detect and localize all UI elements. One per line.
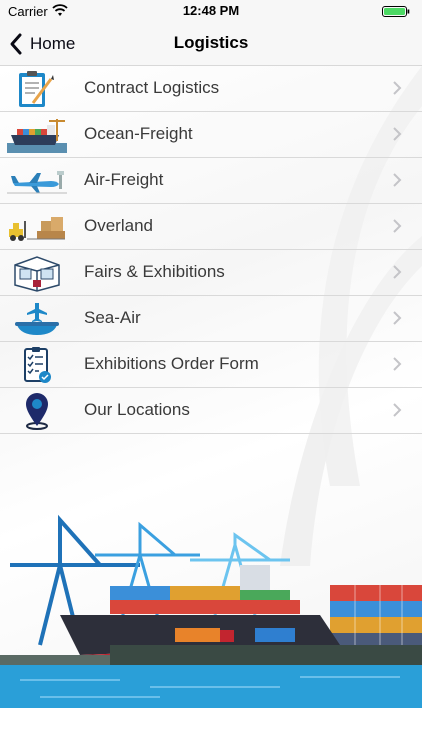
menu-item-label: Air-Freight	[84, 170, 164, 189]
menu-item-fairs-exhibitions[interactable]: Fairs & Exhibitions	[0, 250, 422, 296]
menu-item-ocean-freight[interactable]: Ocean-Freight	[0, 112, 422, 158]
location-pin-icon	[6, 390, 68, 431]
menu-item-label: Exhibitions Order Form	[84, 354, 259, 373]
chevron-right-icon	[393, 81, 402, 95]
chevron-right-icon	[393, 403, 402, 417]
airplane-icon	[6, 160, 68, 201]
menu-item-sea-air[interactable]: Sea-Air	[0, 296, 422, 342]
menu-item-label: Our Locations	[84, 400, 190, 419]
chevron-right-icon	[393, 265, 402, 279]
battery-icon	[382, 6, 410, 17]
checklist-icon	[6, 344, 68, 385]
clipboard-contract-icon	[6, 68, 68, 109]
exhibition-booth-icon	[6, 252, 68, 293]
menu-item-overland[interactable]: Overland	[0, 204, 422, 250]
sea-air-icon	[6, 298, 68, 339]
forklift-boxes-icon	[6, 206, 68, 247]
page-title: Logistics	[173, 33, 249, 52]
menu-item-exhibitions-order-form[interactable]: Exhibitions Order Form	[0, 342, 422, 388]
menu-list: Contract Logistics Ocean-Freight Air-Fre…	[0, 66, 422, 434]
navigation-bar: Home Logistics	[0, 22, 422, 66]
chevron-right-icon	[393, 357, 402, 371]
bottom-area	[0, 708, 422, 750]
chevron-right-icon	[393, 127, 402, 141]
menu-item-label: Overland	[84, 216, 153, 235]
menu-item-label: Fairs & Exhibitions	[84, 262, 225, 281]
cargo-ship-icon	[6, 114, 68, 155]
menu-item-air-freight[interactable]: Air-Freight	[0, 158, 422, 204]
status-bar: Carrier 12:48 PM	[0, 0, 422, 22]
menu-item-contract-logistics[interactable]: Contract Logistics	[0, 66, 422, 112]
chevron-right-icon	[393, 173, 402, 187]
menu-item-label: Contract Logistics	[84, 78, 220, 97]
menu-item-our-locations[interactable]: Our Locations	[0, 388, 422, 434]
chevron-right-icon	[393, 219, 402, 233]
menu-item-label: Sea-Air	[84, 308, 141, 327]
status-time: 12:48 PM	[182, 3, 240, 18]
port-illustration	[0, 514, 422, 710]
menu-item-label: Ocean-Freight	[84, 124, 193, 143]
chevron-right-icon	[393, 311, 402, 325]
